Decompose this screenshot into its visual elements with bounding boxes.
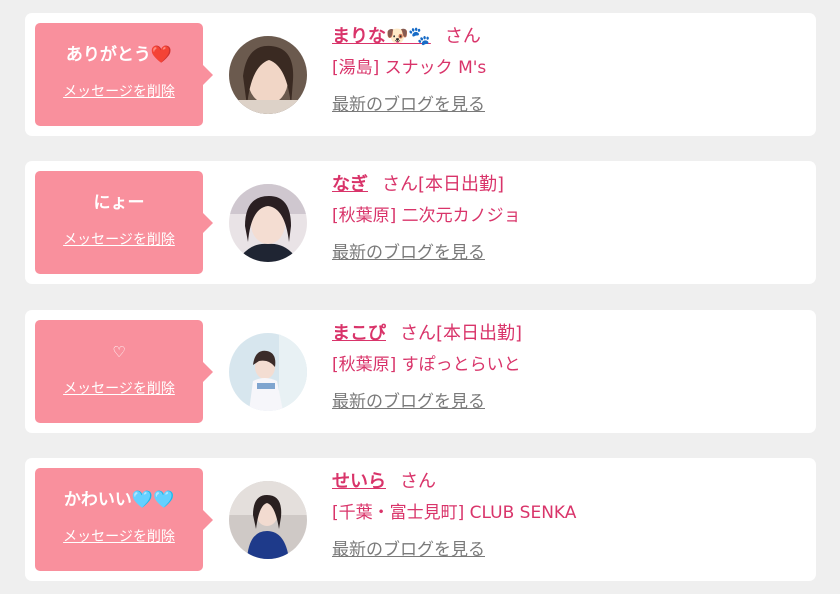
shop-label: [千葉・富士見町] CLUB SENKA — [332, 503, 577, 523]
shop-label: [秋葉原] すぽっとらいと — [332, 355, 521, 375]
delete-message-link[interactable]: メッセージを削除 — [35, 82, 203, 102]
blog-link[interactable]: 最新のブログを見る — [332, 390, 806, 414]
message-bubble: にょー メッセージを削除 — [35, 171, 213, 274]
message-bubble: ♡ メッセージを削除 — [35, 320, 213, 423]
blog-link[interactable]: 最新のブログを見る — [332, 241, 806, 265]
name-suffix: さん — [400, 471, 436, 492]
message-card: ♡ メッセージを削除 まこぴ さん[本日出勤] [秋葉原] すぽっとらいと 最新の… — [25, 310, 816, 433]
message-card: かわいい🩵🩵 メッセージを削除 せいら さん [千葉・富士見町] CLUB SEN… — [25, 458, 816, 581]
message-bubble: かわいい🩵🩵 メッセージを削除 — [35, 468, 213, 571]
avatar[interactable] — [229, 184, 307, 262]
name-suffix: さん[本日出勤] — [382, 174, 505, 195]
message-bubble: ありがとう❤️ メッセージを削除 — [35, 23, 213, 126]
message-text: ありがとう❤️ — [65, 45, 173, 65]
cast-name-link[interactable]: まりな🐶🐾 — [332, 26, 431, 47]
cast-name-link[interactable]: なぎ — [332, 174, 368, 195]
delete-message-link[interactable]: メッセージを削除 — [35, 527, 203, 547]
message-text: ♡ — [112, 343, 126, 361]
cast-name-link[interactable]: まこぴ — [332, 323, 386, 344]
delete-message-link[interactable]: メッセージを削除 — [35, 230, 203, 250]
message-text: にょー — [93, 193, 145, 213]
blog-link[interactable]: 最新のブログを見る — [332, 538, 806, 562]
message-list: ありがとう❤️ メッセージを削除 まりな🐶🐾 さん [湯島] スナック M's 最… — [0, 0, 840, 594]
message-text: かわいい🩵🩵 — [63, 490, 175, 510]
name-suffix: さん[本日出勤] — [400, 323, 523, 344]
message-card: にょー メッセージを削除 なぎ さん[本日出勤] [秋葉原] 二次元カノジョ 最新… — [25, 161, 816, 284]
delete-message-link[interactable]: メッセージを削除 — [35, 379, 203, 399]
avatar[interactable] — [229, 36, 307, 114]
shop-label: [秋葉原] 二次元カノジョ — [332, 206, 521, 226]
blog-link[interactable]: 最新のブログを見る — [332, 93, 806, 117]
name-suffix: さん — [444, 26, 481, 47]
message-card: ありがとう❤️ メッセージを削除 まりな🐶🐾 さん [湯島] スナック M's 最… — [25, 13, 816, 136]
avatar[interactable] — [229, 333, 307, 411]
cast-name-link[interactable]: せいら — [332, 471, 386, 492]
avatar[interactable] — [229, 481, 307, 559]
shop-label: [湯島] スナック M's — [332, 58, 487, 78]
